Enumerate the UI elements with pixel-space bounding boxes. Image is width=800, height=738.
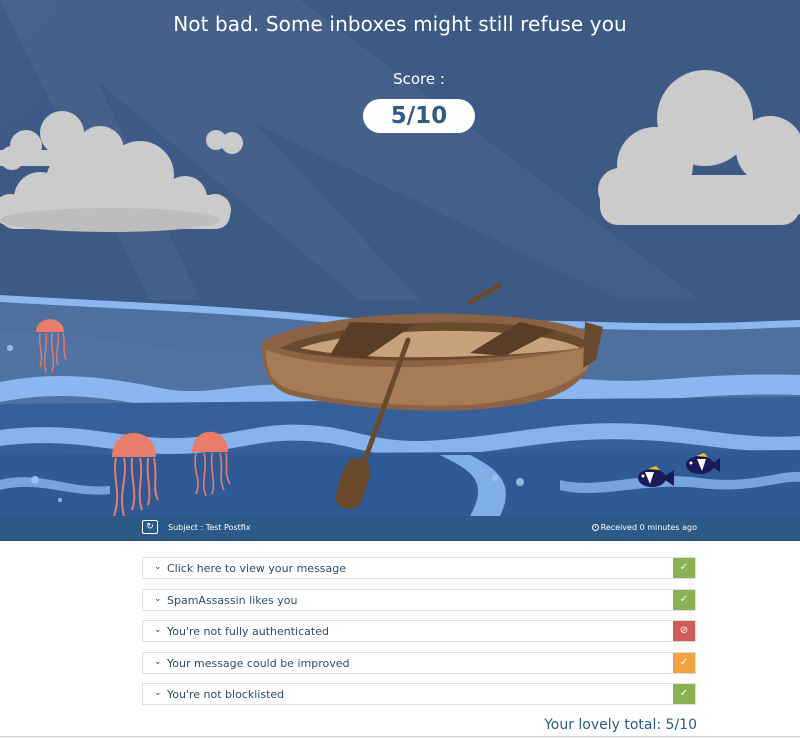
result-row[interactable]: ⌄ You're not blocklisted ✓ bbox=[142, 683, 696, 705]
result-label: You're not blocklisted bbox=[167, 688, 285, 701]
chevron-down-icon: ⌄ bbox=[154, 655, 162, 666]
chevron-down-icon: ⌄ bbox=[154, 687, 162, 697]
result-label: You're not fully authenticated bbox=[167, 625, 329, 638]
result-row[interactable]: ⌄ You're not fully authenticated ⊘ bbox=[142, 620, 696, 642]
result-headline: Not bad. Some inboxes might still refuse… bbox=[173, 12, 627, 36]
score-badge: 5/10 bbox=[363, 99, 475, 133]
hero-scene: Not bad. Some inboxes might still refuse… bbox=[0, 0, 800, 516]
divider bbox=[0, 736, 800, 737]
status-pass-icon: ✓ bbox=[673, 558, 695, 578]
result-row[interactable]: ⌄ SpamAssassin likes you ✓ bbox=[142, 588, 696, 611]
results-list: ⌄ Click here to view your message ✓ ⌄ SpamAs… bbox=[142, 557, 696, 715]
result-row[interactable]: ⌄ Your message could be improved ✓ bbox=[142, 651, 696, 674]
chevron-down-icon: ⌄ bbox=[154, 624, 162, 634]
score-label: Score : bbox=[393, 70, 445, 88]
message-info-bar: ↻ Subject : Test Postfix Received 0 minu… bbox=[0, 516, 800, 541]
total-score: Your lovely total: 5/10 bbox=[544, 717, 697, 733]
status-pass-icon: ✓ bbox=[673, 684, 695, 704]
received-text: Received 0 minutes ago bbox=[600, 523, 697, 532]
status-warn-icon: ✓ bbox=[673, 652, 695, 673]
result-label: Click here to view your message bbox=[167, 562, 347, 575]
result-row[interactable]: ⌄ Click here to view your message ✓ bbox=[142, 557, 696, 579]
status-pass-icon: ✓ bbox=[673, 589, 695, 610]
message-subject: Subject : Test Postfix bbox=[168, 523, 251, 532]
result-label: SpamAssassin likes you bbox=[167, 593, 298, 607]
clock-icon bbox=[591, 524, 599, 531]
received-time: Received 0 minutes ago bbox=[591, 523, 697, 532]
status-fail-icon: ⊘ bbox=[673, 621, 695, 641]
chevron-down-icon: ⌄ bbox=[154, 561, 162, 571]
chevron-down-icon: ⌄ bbox=[154, 592, 162, 603]
result-label: Your message could be improved bbox=[167, 656, 350, 670]
refresh-icon[interactable]: ↻ bbox=[142, 520, 158, 534]
